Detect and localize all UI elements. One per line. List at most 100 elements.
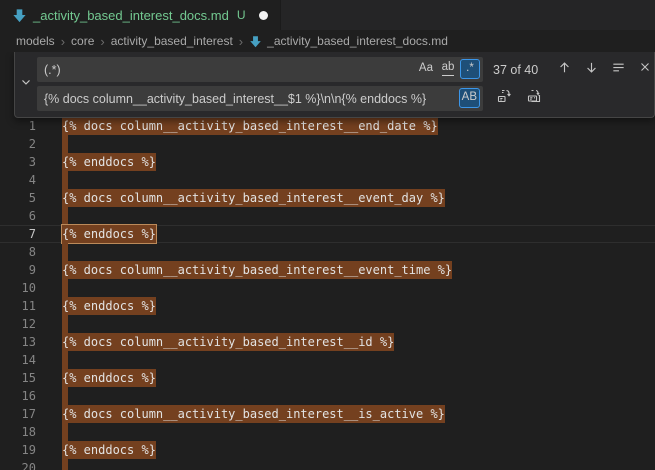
empty-match-highlight: [62, 423, 68, 441]
empty-match-highlight: [62, 351, 68, 369]
replace-button[interactable]: [493, 88, 515, 110]
find-match: {% docs column__activity_based_interest_…: [62, 117, 438, 135]
next-match-button[interactable]: [580, 59, 602, 81]
code-line[interactable]: 11 {% enddocs %}: [0, 297, 655, 315]
breadcrumb-file-label: _activity_based_interest_docs.md: [267, 34, 448, 48]
line-number[interactable]: 2: [0, 135, 36, 153]
line-number[interactable]: 1: [0, 117, 36, 135]
line-number[interactable]: 7: [0, 225, 36, 243]
code-line[interactable]: 1 {% docs column__activity_based_interest…: [0, 117, 655, 135]
line-number[interactable]: 9: [0, 261, 36, 279]
use-regex-button[interactable]: .*: [460, 59, 480, 79]
empty-match-highlight: [62, 171, 68, 189]
whole-word-icon: ab: [442, 62, 455, 76]
replace-row: AB: [37, 86, 648, 111]
line-number[interactable]: 16: [0, 387, 36, 405]
find-in-selection-button[interactable]: [607, 59, 629, 81]
code-line[interactable]: 13 {% docs column__activity_based_interes…: [0, 333, 655, 351]
code-line[interactable]: 6: [0, 207, 655, 225]
breadcrumb: models › core › activity_based_interest …: [0, 30, 655, 52]
replace-all-button[interactable]: [523, 88, 545, 110]
editor-pane[interactable]: Aa ab .* 37 of 40: [0, 52, 655, 470]
whole-word-button[interactable]: ab: [438, 59, 458, 79]
find-match: {% enddocs %}: [62, 297, 156, 315]
preserve-case-icon: AB: [462, 92, 477, 104]
line-number[interactable]: 12: [0, 315, 36, 333]
find-row: Aa ab .* 37 of 40: [37, 57, 648, 82]
find-replace-widget: Aa ab .* 37 of 40: [14, 52, 655, 118]
line-number[interactable]: 11: [0, 297, 36, 315]
breadcrumb-item-models[interactable]: models: [16, 34, 55, 48]
find-match: {% enddocs %}: [62, 369, 156, 387]
line-number[interactable]: 18: [0, 423, 36, 441]
toggle-replace-button[interactable]: [15, 57, 37, 111]
match-count: 37 of 40: [493, 63, 551, 77]
code-line[interactable]: 20: [0, 459, 655, 470]
empty-match-highlight: [62, 279, 68, 297]
replace-icon: [496, 88, 512, 109]
preserve-case-button[interactable]: AB: [459, 88, 480, 108]
code-line[interactable]: 12: [0, 315, 655, 333]
breadcrumb-item-activity-based-interest[interactable]: activity_based_interest: [111, 34, 233, 48]
line-number[interactable]: 8: [0, 243, 36, 261]
breadcrumb-item-core[interactable]: core: [71, 34, 94, 48]
regex-icon: .*: [466, 63, 474, 75]
code-line[interactable]: 19 {% enddocs %}: [0, 441, 655, 459]
find-match: {% enddocs %}: [62, 153, 156, 171]
line-number[interactable]: 5: [0, 189, 36, 207]
current-find-match: {% enddocs %}: [62, 225, 156, 243]
editor-tab[interactable]: _activity_based_interest_docs.md U: [0, 0, 281, 30]
line-number[interactable]: 17: [0, 405, 36, 423]
code-line[interactable]: 4: [0, 171, 655, 189]
line-number[interactable]: 3: [0, 153, 36, 171]
replace-all-icon: [526, 88, 542, 109]
replace-input[interactable]: [37, 86, 483, 111]
close-find-widget-button[interactable]: [634, 59, 655, 81]
git-status-badge: U: [237, 8, 246, 22]
previous-match-button[interactable]: [553, 59, 575, 81]
code-line[interactable]: 7 {% enddocs %}: [0, 225, 655, 243]
find-match: {% docs column__activity_based_interest_…: [62, 261, 452, 279]
line-number[interactable]: 20: [0, 459, 36, 470]
code-line[interactable]: 5 {% docs column__activity_based_interest…: [0, 189, 655, 207]
breadcrumb-item-file[interactable]: _activity_based_interest_docs.md: [249, 34, 448, 48]
code-line[interactable]: 8: [0, 243, 655, 261]
line-number[interactable]: 19: [0, 441, 36, 459]
find-match: {% docs column__activity_based_interest_…: [62, 189, 445, 207]
line-number[interactable]: 13: [0, 333, 36, 351]
tab-bar: _activity_based_interest_docs.md U: [0, 0, 655, 30]
unsaved-dot-icon[interactable]: [259, 11, 268, 20]
line-number[interactable]: 10: [0, 279, 36, 297]
breadcrumb-separator-icon: ›: [100, 34, 104, 49]
empty-match-highlight: [62, 207, 68, 225]
code-line[interactable]: 2: [0, 135, 655, 153]
breadcrumb-separator-icon: ›: [61, 34, 65, 49]
line-number[interactable]: 14: [0, 351, 36, 369]
empty-match-highlight: [62, 243, 68, 261]
match-case-icon: Aa: [419, 63, 433, 75]
find-match: {% docs column__activity_based_interest_…: [62, 405, 445, 423]
code-line[interactable]: 9 {% docs column__activity_based_interest…: [0, 261, 655, 279]
code-line[interactable]: 17 {% docs column__activity_based_interes…: [0, 405, 655, 423]
code-line[interactable]: 10: [0, 279, 655, 297]
arrow-up-icon: [557, 60, 572, 80]
line-number[interactable]: 15: [0, 369, 36, 387]
dbt-file-icon: [249, 35, 262, 48]
find-match: {% docs column__activity_based_interest_…: [62, 333, 394, 351]
match-case-button[interactable]: Aa: [416, 59, 436, 79]
code-line[interactable]: 16: [0, 387, 655, 405]
empty-match-highlight: [62, 135, 68, 153]
code-line[interactable]: 18: [0, 423, 655, 441]
line-number[interactable]: 4: [0, 171, 36, 189]
arrow-down-icon: [584, 60, 599, 80]
code-line[interactable]: 14: [0, 351, 655, 369]
tab-filename: _activity_based_interest_docs.md: [33, 8, 229, 23]
selection-lines-icon: [611, 60, 626, 80]
code-line[interactable]: 15 {% enddocs %}: [0, 369, 655, 387]
close-icon: [638, 60, 652, 79]
code-line[interactable]: 3 {% enddocs %}: [0, 153, 655, 171]
empty-match-highlight: [62, 459, 68, 470]
line-number[interactable]: 6: [0, 207, 36, 225]
find-match: {% enddocs %}: [62, 441, 156, 459]
code-area: 1 {% docs column__activity_based_interest…: [0, 117, 655, 470]
